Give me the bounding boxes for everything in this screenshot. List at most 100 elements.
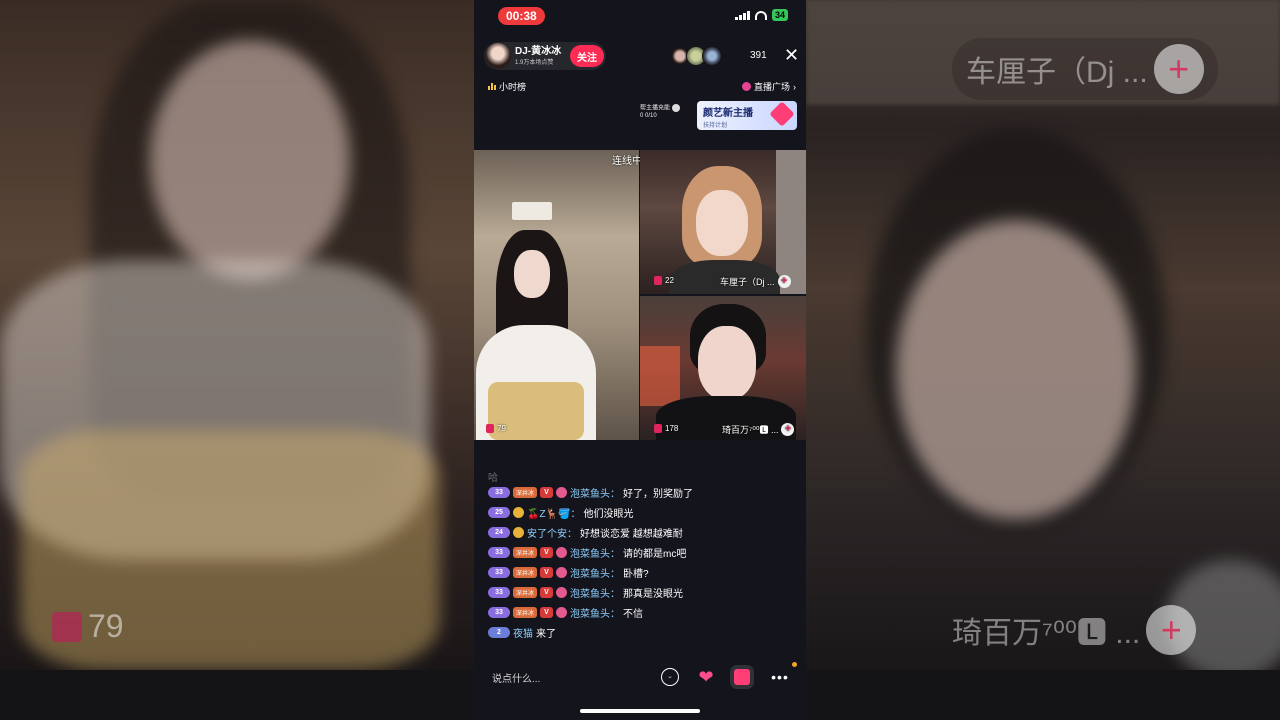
recording-badge: 00:38 <box>498 7 545 25</box>
live-stream-screen: 79 车厘子（Dj ... + 琦百万⁷⁰⁰🅻 ... + 00:38 34 D… <box>0 0 1280 720</box>
nickname[interactable]: 泡菜鱼头： <box>570 605 620 620</box>
message-text: 那真是没眼光 <box>623 588 684 600</box>
chat-message: 33 深井冰 V 泡菜鱼头： 卧槽? <box>488 562 798 582</box>
guest-name-tag: 车厘子（Dj ... + <box>720 275 791 288</box>
right-bottom-tag: 琦百万⁷⁰⁰🅻 ... + <box>952 605 1197 655</box>
host-video[interactable]: 79 <box>474 150 639 440</box>
guest-gift-count: 178 <box>654 424 678 433</box>
hour-rank-button[interactable]: 小时榜 <box>488 80 526 93</box>
notification-dot <box>792 662 797 667</box>
blurred-face <box>150 40 350 280</box>
host-face <box>514 250 550 298</box>
plus-icon[interactable]: + <box>1146 605 1197 655</box>
plaza-label: 直播广场 <box>753 82 790 92</box>
nickname[interactable]: 🍒Z🦌🪣： <box>527 505 580 520</box>
chevron-right-icon: › <box>793 81 796 92</box>
plus-icon[interactable]: + <box>777 275 791 288</box>
charge-widget[interactable]: 帮主播充能 0 0/10 <box>640 104 680 120</box>
guest-face <box>696 190 748 256</box>
home-indicator[interactable] <box>580 709 700 713</box>
message-text: 来了 <box>536 628 556 640</box>
right-bottom-name: 琦百万⁷⁰⁰🅻 ... <box>952 617 1141 650</box>
left-blur-background: 79 <box>0 0 474 720</box>
nickname[interactable]: 夜猫 <box>513 625 533 640</box>
chat-message: 33 深井冰 V 泡菜鱼头： 好了，别奖励了 <box>488 482 798 502</box>
plaza-icon <box>741 82 751 91</box>
fan-badge: 深井冰 <box>513 606 538 618</box>
fan-badge: 深井冰 <box>513 546 538 558</box>
level-badge: 33 <box>488 566 510 578</box>
avatar[interactable] <box>702 46 722 66</box>
guest-gift-count: 22 <box>654 276 674 285</box>
system-icons: 34 <box>734 9 788 21</box>
plus-icon[interactable]: + <box>1153 44 1204 94</box>
chat-message: 25 🍒Z🦌🪣： 他们没眼光 <box>488 502 798 522</box>
follow-button[interactable]: 关注 <box>570 45 604 67</box>
status-bar: 00:38 34 <box>474 6 806 25</box>
level-badge: 33 <box>488 586 510 598</box>
charge-label: 帮主播充能 <box>640 105 671 112</box>
wifi-icon <box>754 10 767 20</box>
v-badge: V <box>540 566 554 578</box>
viewer-avatars[interactable] <box>670 46 722 66</box>
chat-list[interactable]: 哈 33 深井冰 V 泡菜鱼头： 好了，别奖励了 25 🍒Z🦌🪣： 他们没眼光 … <box>488 470 798 642</box>
promo-banner[interactable]: 颜艺新主播 扶持计划 <box>697 101 797 130</box>
viewer-count[interactable]: 391 <box>750 50 767 61</box>
message-text: 不信 <box>623 608 644 620</box>
message-text: 好了，别奖励了 <box>623 488 694 500</box>
guest-name-tag: 琦百万⁷⁰⁰🅻 ... + <box>722 423 795 436</box>
count-icon <box>52 611 82 642</box>
heart-icon[interactable]: ❤ <box>696 667 716 687</box>
nickname[interactable]: 安了个安： <box>527 525 577 540</box>
close-icon[interactable]: ✕ <box>784 45 799 66</box>
gift-count-icon <box>486 424 494 433</box>
badge-icon <box>556 546 568 558</box>
right-top-name: 车厘子（Dj ... <box>966 56 1148 89</box>
right-top-tag: 车厘子（Dj ... + <box>952 38 1218 100</box>
count-value: 22 <box>665 276 674 285</box>
count-value: 178 <box>665 424 679 433</box>
badge-icon <box>513 526 524 538</box>
level-badge: 2 <box>488 626 510 638</box>
host-name: DJ-黄冰冰 <box>515 45 562 57</box>
fan-badge: 深井冰 <box>513 486 538 498</box>
chat-message: 33 深井冰 V 泡菜鱼头： 那真是没眼光 <box>488 582 798 602</box>
curtain <box>776 150 806 294</box>
guest-name: 琦百万⁷⁰⁰🅻 ... <box>722 425 779 435</box>
chat-message: 33 深井冰 V 泡菜鱼头： 不信 <box>488 602 798 622</box>
message-text: 请的都是mc吧 <box>623 548 687 560</box>
v-badge: V <box>540 586 554 598</box>
nickname[interactable]: 泡菜鱼头： <box>570 545 620 560</box>
guest-video-2[interactable]: 178 琦百万⁷⁰⁰🅻 ... + <box>640 296 806 440</box>
live-plaza-button[interactable]: 直播广场 › <box>741 80 796 93</box>
nickname[interactable]: 泡菜鱼头： <box>570 585 620 600</box>
badge-icon <box>513 506 524 518</box>
badge-icon <box>556 586 568 598</box>
gift-box <box>734 669 750 685</box>
signal-icon <box>734 10 750 20</box>
avatar[interactable] <box>485 43 511 69</box>
guest-face <box>698 326 756 400</box>
charge-sub: 0 0/10 <box>640 112 657 119</box>
background-light <box>640 346 680 406</box>
more-icon[interactable]: ••• <box>770 667 790 687</box>
right-bottom-strip <box>806 670 1280 720</box>
guest-video-1[interactable]: 22 车厘子（Dj ... + <box>640 150 806 294</box>
badge-icon <box>556 606 568 618</box>
plus-icon[interactable]: + <box>781 423 795 436</box>
chat-message: 2 夜猫 来了 <box>488 622 798 642</box>
gift-icon[interactable] <box>732 667 752 687</box>
comment-input[interactable]: 说点什么... <box>482 664 652 690</box>
phone-screen: 00:38 34 DJ-黄冰冰 1.9万本场点赞 关注 391 ✕ 小时榜 直播… <box>474 0 806 720</box>
host-gift-count: 79 <box>486 424 506 433</box>
hour-rank-label: 小时榜 <box>499 82 527 92</box>
air-conditioner <box>512 202 552 220</box>
v-badge: V <box>540 546 554 558</box>
nickname[interactable]: 泡菜鱼头： <box>570 565 620 580</box>
level-badge: 24 <box>488 526 510 538</box>
badge-icon <box>556 486 568 498</box>
nickname[interactable]: 泡菜鱼头： <box>570 485 620 500</box>
left-count-tag: 79 <box>52 608 124 645</box>
message-text: 好想谈恋爱 越想越难耐 <box>580 528 683 540</box>
smile-icon[interactable]: ᵕ <box>661 668 679 686</box>
